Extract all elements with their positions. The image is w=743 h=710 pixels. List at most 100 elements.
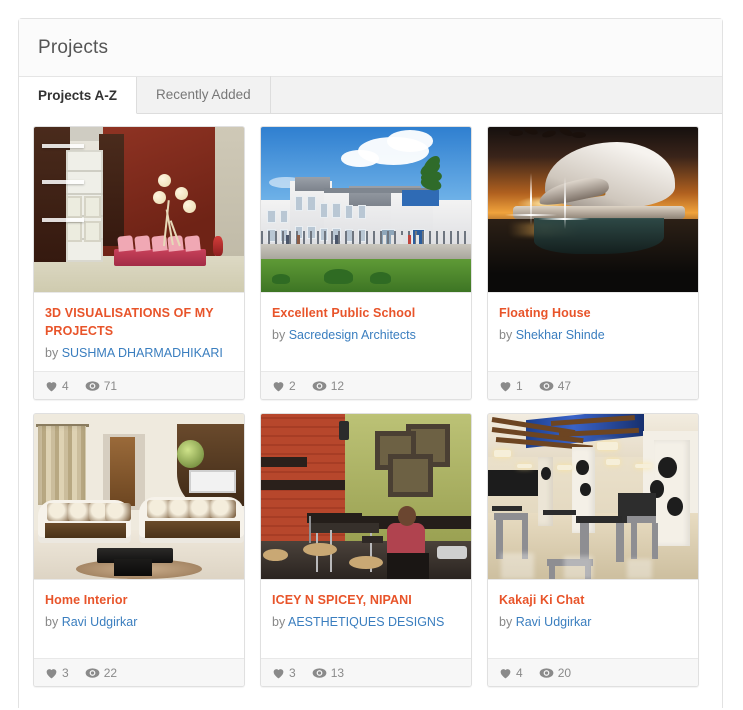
heart-icon <box>45 380 58 392</box>
project-author-line: by Shekhar Shinde <box>499 328 687 342</box>
project-thumbnail[interactable] <box>34 127 244 293</box>
project-thumbnail[interactable] <box>488 414 698 580</box>
project-title-link[interactable]: Kakaji Ki Chat <box>499 591 687 609</box>
by-label: by <box>499 328 513 343</box>
views-count: 20 <box>557 665 572 680</box>
likes-count: 2 <box>289 378 296 393</box>
3d-interior-visualisation-image <box>34 127 244 292</box>
likes-stat[interactable]: 4 <box>45 379 69 393</box>
eye-icon <box>85 667 100 679</box>
views-stat[interactable]: 71 <box>85 379 117 393</box>
project-card-footer: 4 20 <box>488 658 698 686</box>
living-room-interior-image <box>34 414 244 579</box>
project-card-body: Kakaji Ki Chat by Ravi Udgirkar <box>488 580 698 658</box>
heart-icon <box>499 380 512 392</box>
page-root: Projects Projects A-Z Recently Added 3D … <box>0 0 743 710</box>
views-stat[interactable]: 47 <box>539 379 571 393</box>
project-author-line: by Ravi Udgirkar <box>45 615 233 629</box>
eye-icon <box>539 380 554 392</box>
project-card-body: Home Interior by Ravi Udgirkar <box>34 580 244 658</box>
project-author-line: by Ravi Udgirkar <box>499 615 687 629</box>
project-card[interactable]: ICEY N SPICEY, NIPANI by AESTHETIQUES DE… <box>260 413 472 687</box>
project-title-link[interactable]: Excellent Public School <box>272 304 460 322</box>
views-stat[interactable]: 20 <box>539 666 571 680</box>
views-stat[interactable]: 22 <box>85 666 117 680</box>
tab-recently-added[interactable]: Recently Added <box>137 76 271 113</box>
project-author-link[interactable]: Sacredesign Architects <box>289 328 416 342</box>
likes-count: 3 <box>62 665 69 680</box>
project-author-link[interactable]: Shekhar Shinde <box>516 328 605 342</box>
eye-icon <box>312 380 327 392</box>
by-label: by <box>272 328 286 343</box>
by-label: by <box>272 615 286 630</box>
project-author-line: by AESTHETIQUES DESIGNS <box>272 615 460 629</box>
eye-icon <box>85 380 100 392</box>
likes-count: 4 <box>62 378 69 393</box>
likes-count: 4 <box>516 665 523 680</box>
project-card-body: ICEY N SPICEY, NIPANI by AESTHETIQUES DE… <box>261 580 471 658</box>
likes-stat[interactable]: 2 <box>272 379 296 393</box>
project-card[interactable]: Excellent Public School by Sacredesign A… <box>260 126 472 400</box>
project-author-line: by Sacredesign Architects <box>272 328 460 342</box>
heart-icon <box>272 667 285 679</box>
cafe-brick-wall-image <box>261 414 471 579</box>
project-thumbnail[interactable] <box>261 127 471 293</box>
views-count: 13 <box>330 665 345 680</box>
by-label: by <box>499 615 513 630</box>
project-author-link[interactable]: Ravi Udgirkar <box>516 615 592 629</box>
restaurant-hall-image <box>488 414 698 579</box>
views-stat[interactable]: 12 <box>312 379 344 393</box>
likes-stat[interactable]: 1 <box>499 379 523 393</box>
tab-projects-a-z[interactable]: Projects A-Z <box>19 77 138 114</box>
likes-count: 3 <box>289 665 296 680</box>
project-card[interactable]: Kakaji Ki Chat by Ravi Udgirkar 4 20 <box>487 413 699 687</box>
project-thumbnail[interactable] <box>34 414 244 580</box>
likes-count: 1 <box>516 378 523 393</box>
project-card-body: 3D VISUALISATIONS OF MY PROJECTS by SUSH… <box>34 293 244 371</box>
by-label: by <box>45 346 59 361</box>
project-card-body: Excellent Public School by Sacredesign A… <box>261 293 471 371</box>
projects-panel: Projects Projects A-Z Recently Added 3D … <box>18 18 723 708</box>
tab-bar: Projects A-Z Recently Added <box>19 76 722 114</box>
views-stat[interactable]: 13 <box>312 666 344 680</box>
eye-icon <box>312 667 327 679</box>
project-author-link[interactable]: Ravi Udgirkar <box>62 615 138 629</box>
project-card[interactable]: Floating House by Shekhar Shinde 1 47 <box>487 126 699 400</box>
page-title: Projects <box>38 36 109 58</box>
project-card-footer: 3 22 <box>34 658 244 686</box>
project-title-link[interactable]: Floating House <box>499 304 687 322</box>
project-card-grid: 3D VISUALISATIONS OF MY PROJECTS by SUSH… <box>19 114 722 703</box>
heart-icon <box>272 380 285 392</box>
project-thumbnail[interactable] <box>261 414 471 580</box>
project-card[interactable]: 3D VISUALISATIONS OF MY PROJECTS by SUSH… <box>33 126 245 400</box>
heart-icon <box>45 667 58 679</box>
school-building-exterior-image <box>261 127 471 292</box>
floating-house-sunset-image <box>488 127 698 292</box>
tab-projects-a-z-label: Projects A-Z <box>38 88 118 103</box>
project-card-body: Floating House by Shekhar Shinde <box>488 293 698 371</box>
project-card-footer: 1 47 <box>488 371 698 399</box>
heart-icon <box>499 667 512 679</box>
project-title-link[interactable]: 3D VISUALISATIONS OF MY PROJECTS <box>45 304 233 340</box>
project-card-footer: 2 12 <box>261 371 471 399</box>
project-author-link[interactable]: SUSHMA DHARMADHIKARI <box>62 346 223 360</box>
project-card-footer: 3 13 <box>261 658 471 686</box>
views-count: 71 <box>103 378 118 393</box>
project-title-link[interactable]: Home Interior <box>45 591 233 609</box>
project-author-link[interactable]: AESTHETIQUES DESIGNS <box>288 615 444 629</box>
panel-header: Projects <box>19 19 722 77</box>
tab-recently-added-label: Recently Added <box>156 87 251 102</box>
project-card-footer: 4 71 <box>34 371 244 399</box>
views-count: 12 <box>330 378 345 393</box>
project-card[interactable]: Home Interior by Ravi Udgirkar 3 22 <box>33 413 245 687</box>
likes-stat[interactable]: 3 <box>45 666 69 680</box>
likes-stat[interactable]: 3 <box>272 666 296 680</box>
views-count: 22 <box>103 665 118 680</box>
project-author-line: by SUSHMA DHARMADHIKARI <box>45 346 233 360</box>
project-thumbnail[interactable] <box>488 127 698 293</box>
views-count: 47 <box>557 378 572 393</box>
likes-stat[interactable]: 4 <box>499 666 523 680</box>
project-title-link[interactable]: ICEY N SPICEY, NIPANI <box>272 591 460 609</box>
eye-icon <box>539 667 554 679</box>
by-label: by <box>45 615 59 630</box>
